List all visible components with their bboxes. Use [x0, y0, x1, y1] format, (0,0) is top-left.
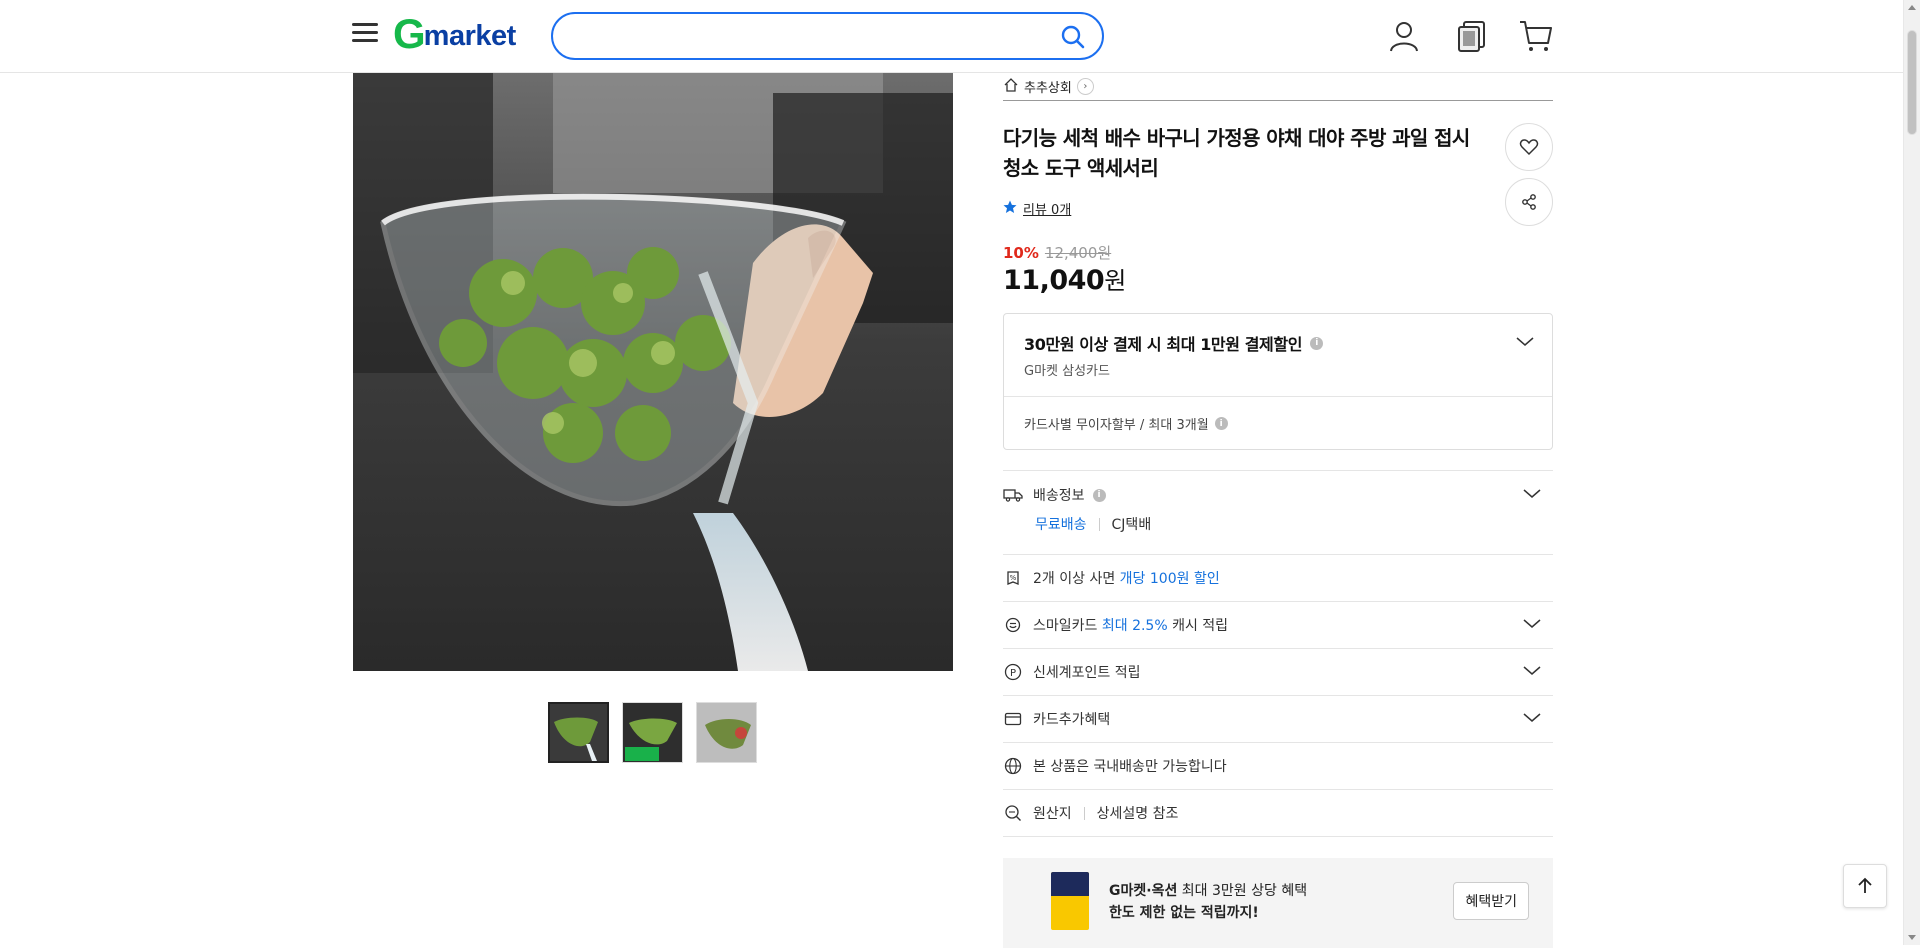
- gmarket-logo[interactable]: G market: [393, 10, 517, 57]
- svg-text:%: %: [1010, 574, 1017, 582]
- smile-suffix: 캐시 적립: [1167, 618, 1229, 634]
- shipping-carrier: CJ택배: [1111, 517, 1152, 533]
- shop-name[interactable]: 추추상회: [1024, 77, 1072, 96]
- chevron-down-icon[interactable]: [1516, 332, 1534, 351]
- site-header: G market: [0, 0, 1903, 73]
- bulk-prefix: 2개 이상 사면: [1033, 571, 1120, 587]
- recent-items-icon[interactable]: [1454, 18, 1490, 54]
- sale-price-unit: 원: [1104, 267, 1126, 295]
- bulk-discount-row: % 2개 이상 사면 개당 100원 할인: [1003, 555, 1553, 602]
- benefit-line1-rest: 최대 3만원 상당 혜택: [1177, 883, 1308, 899]
- shipping-info-row[interactable]: 배송정보 i 무료배송 CJ택배: [1003, 471, 1553, 555]
- domestic-only-row: 본 상품은 국내배송만 가능합니다: [1003, 743, 1553, 790]
- ssg-point-row[interactable]: P 신세계포인트 적립: [1003, 649, 1553, 696]
- card-promo-subtitle: G마켓 삼성카드: [1024, 364, 1110, 379]
- smile-card-row[interactable]: 스마일카드 최대 2.5% 캐시 적립: [1003, 602, 1553, 649]
- original-price: 12,400원: [1044, 244, 1112, 262]
- menu-icon[interactable]: [352, 22, 380, 44]
- review-summary: 리뷰 0개: [1003, 199, 1071, 218]
- benefit-line2: 한도 제한 없는 적립까지!: [1109, 905, 1259, 921]
- chevron-right-icon[interactable]: ›: [1076, 78, 1094, 95]
- smile-prefix: 스마일카드: [1033, 618, 1102, 634]
- search-input[interactable]: [573, 22, 1033, 50]
- domestic-only-text: 본 상품은 국내배송만 가능합니다: [1033, 759, 1227, 775]
- card-extra-label: 카드추가혜택: [1033, 712, 1111, 728]
- thumbnail-2[interactable]: [622, 702, 683, 763]
- origin-value: 상세설명 참조: [1096, 806, 1179, 822]
- home-icon: [1003, 77, 1019, 97]
- search-bar: [551, 12, 1104, 60]
- smile-highlight: 최대 2.5%: [1101, 618, 1168, 634]
- free-shipping: 무료배송: [1035, 517, 1087, 533]
- installment-info: 카드사별 무이자할부 / 최대 3개월 i: [1024, 414, 1228, 433]
- info-icon[interactable]: i: [1214, 417, 1228, 430]
- smile-icon: [1003, 615, 1023, 635]
- ssg-point-label: 신세계포인트 적립: [1033, 665, 1141, 681]
- origin-label: 원산지: [1033, 806, 1072, 822]
- card-extra-benefit-row[interactable]: 카드추가혜택: [1003, 696, 1553, 743]
- discount-tag-icon: %: [1003, 568, 1023, 588]
- bulk-highlight: 개당 100원 할인: [1119, 571, 1220, 587]
- shipping-label: 배송정보: [1033, 488, 1085, 504]
- logo-market: market: [423, 20, 517, 52]
- benefit-info-list: 배송정보 i 무료배송 CJ택배 % 2개 이상 사면 개당 100원 할인 스…: [1003, 470, 1553, 837]
- card-promo-title-text: 30만원 이상 결제 시 최대 1만원 결제할인: [1024, 335, 1303, 354]
- separator: [1083, 806, 1085, 820]
- product-title: 다기능 세척 배수 바구니 가정용 야채 대야 주방 과일 접시 청소 도구 액…: [1003, 126, 1470, 180]
- star-icon: [1003, 200, 1017, 218]
- cart-icon[interactable]: [1518, 18, 1554, 54]
- discount-rate: 10%: [1003, 244, 1039, 262]
- thumbnail-list: [548, 702, 757, 763]
- chevron-down-icon[interactable]: [1523, 617, 1541, 633]
- truck-icon: [1003, 485, 1023, 505]
- scroll-to-top-button[interactable]: [1843, 864, 1887, 908]
- info-icon[interactable]: i: [1092, 488, 1106, 502]
- sale-price-number: 11,040: [1003, 265, 1105, 296]
- scroll-up-arrow[interactable]: [1908, 5, 1916, 10]
- arrow-up-icon: [1858, 877, 1872, 893]
- product-main-image[interactable]: [353, 73, 953, 671]
- scrollbar-thumb[interactable]: [1907, 30, 1917, 135]
- point-icon: P: [1003, 662, 1023, 682]
- divider: [1004, 396, 1552, 397]
- page-scrollbar[interactable]: [1903, 0, 1920, 945]
- heart-icon: [1519, 139, 1539, 156]
- favorite-button[interactable]: [1505, 123, 1553, 171]
- price-line: 10% 12,400원: [1003, 242, 1111, 263]
- sale-price: 11,040원: [1003, 261, 1126, 296]
- installment-text: 카드사별 무이자할부 / 최대 3개월: [1024, 418, 1209, 433]
- chevron-down-icon[interactable]: [1523, 487, 1541, 503]
- logo-g: G: [393, 10, 426, 57]
- globe-icon: [1003, 756, 1023, 776]
- svg-text:P: P: [1010, 668, 1016, 679]
- magnifier-icon: [1003, 803, 1023, 823]
- benefit-banner: G마켓·옥션 최대 3만원 상당 혜택 한도 제한 없는 적립까지! 혜택받기: [1003, 858, 1553, 948]
- chevron-down-icon[interactable]: [1523, 711, 1541, 727]
- separator: [1098, 517, 1100, 531]
- card-promo-title: 30만원 이상 결제 시 최대 1만원 결제할인 i: [1024, 331, 1324, 355]
- benefit-line1-bold: G마켓·옥션: [1109, 883, 1178, 899]
- benefit-line1: G마켓·옥션 최대 3만원 상당 혜택: [1109, 880, 1307, 900]
- samsung-card-image: [1051, 872, 1089, 930]
- info-icon[interactable]: i: [1310, 336, 1324, 350]
- share-button[interactable]: [1505, 178, 1553, 226]
- shop-breadcrumb[interactable]: 추추상회 ›: [1003, 73, 1553, 101]
- get-benefit-button[interactable]: 혜택받기: [1453, 882, 1529, 920]
- thumbnail-1[interactable]: [548, 702, 609, 763]
- chevron-down-icon[interactable]: [1523, 664, 1541, 680]
- review-link[interactable]: 리뷰 0개: [1023, 199, 1071, 218]
- scroll-down-arrow[interactable]: [1908, 935, 1916, 940]
- origin-row: 원산지 상세설명 참조: [1003, 790, 1553, 837]
- my-page-icon[interactable]: [1386, 18, 1422, 54]
- credit-card-icon: [1003, 709, 1023, 729]
- thumbnail-3[interactable]: [696, 702, 757, 763]
- search-icon[interactable]: [1060, 24, 1086, 50]
- card-promotion-box[interactable]: 30만원 이상 결제 시 최대 1만원 결제할인 i G마켓 삼성카드 카드사별…: [1003, 313, 1553, 450]
- share-icon: [1522, 194, 1536, 210]
